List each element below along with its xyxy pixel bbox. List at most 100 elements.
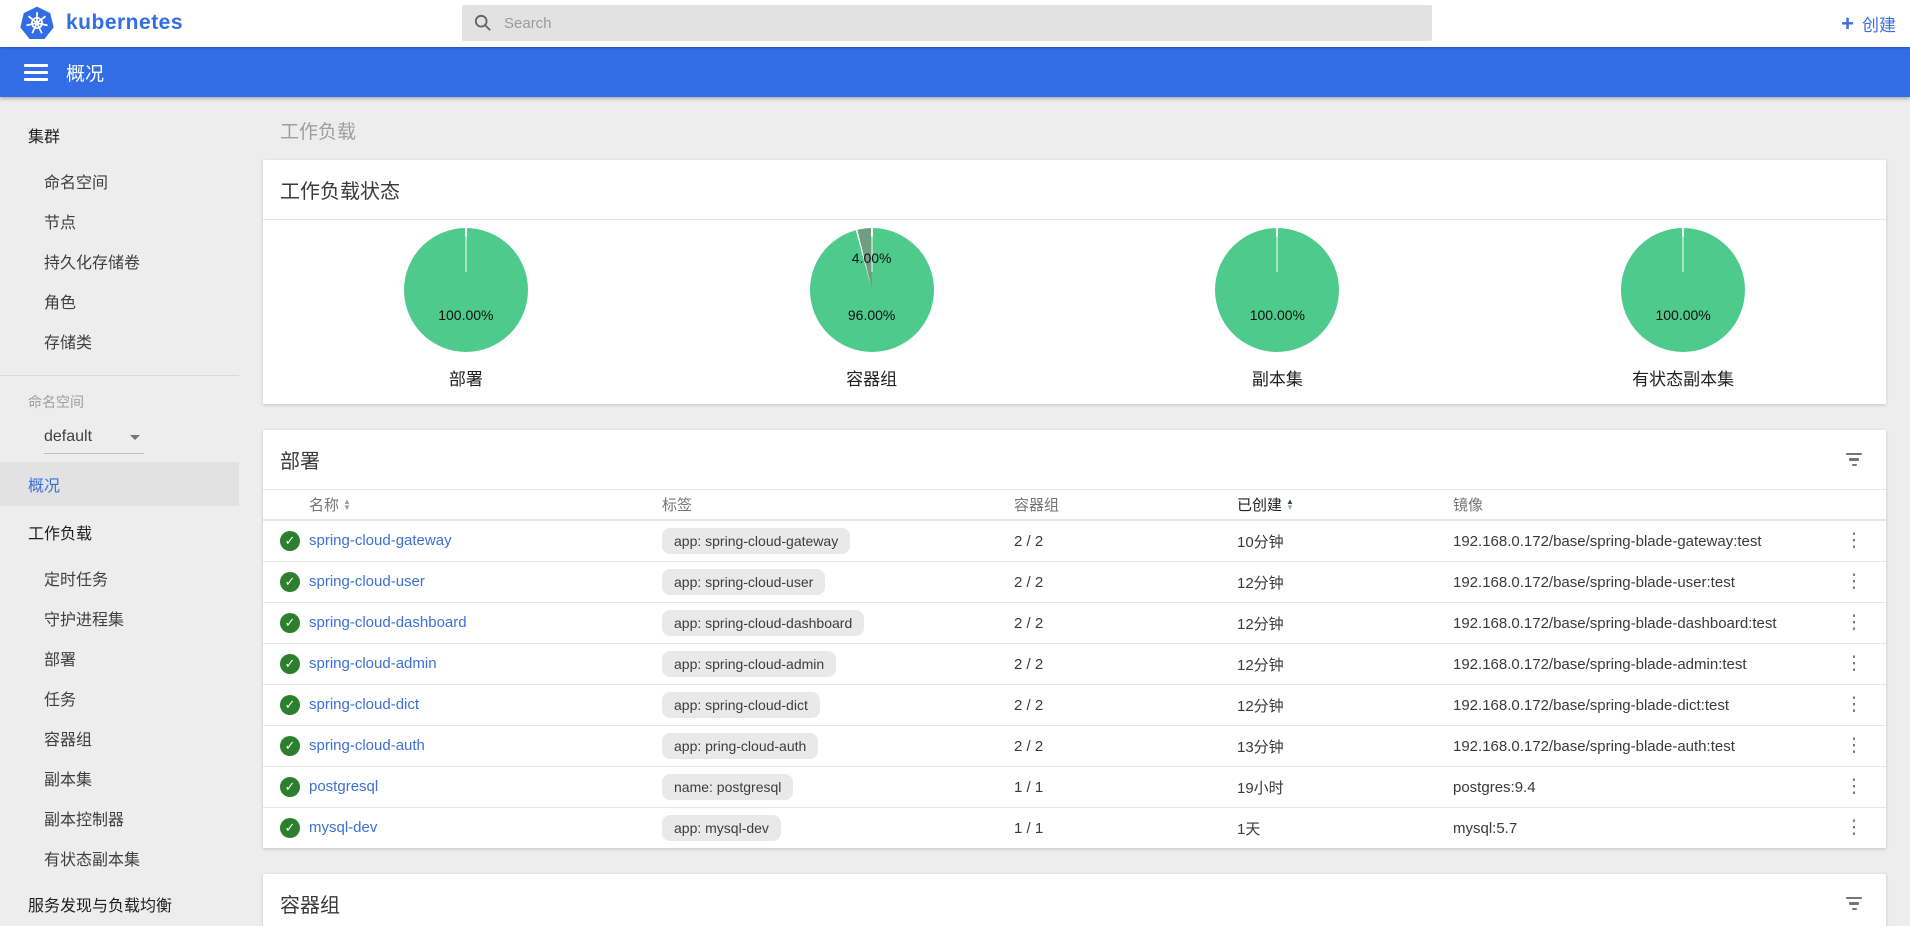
sidebar-nav: 集群命名空间节点持久化存储卷角色存储类命名空间default概况工作负载定时任务… (0, 97, 239, 926)
deployment-name-link[interactable]: mysql-dev (309, 819, 377, 836)
deployment-name-link[interactable]: spring-cloud-auth (309, 737, 425, 754)
table-row: ✓ mysql-dev app: mysql-dev 1 / 11天mysql:5.7… (263, 807, 1886, 848)
column-header-label: 名称 (309, 494, 339, 515)
status-ok-icon: ✓ (280, 736, 300, 756)
column-header-label: 已创建 (1237, 494, 1282, 515)
sidebar-item-服务发现与负载均衡[interactable]: 服务发现与负载均衡 (0, 878, 239, 926)
status-ok-icon: ✓ (280, 531, 300, 551)
label-chip: name: postgresql (662, 774, 793, 800)
plus-icon: + (1841, 13, 1854, 35)
deployment-name-link[interactable]: postgresql (309, 778, 378, 795)
column-header-label: 容器组 (1014, 494, 1059, 515)
namespace-select[interactable]: default (44, 424, 144, 454)
column-header-已创建[interactable]: 已创建▲▼ (1237, 494, 1453, 515)
column-header-名称[interactable]: 名称▲▼ (309, 494, 662, 515)
pie-chart-title: 有状态副本集 (1632, 365, 1734, 390)
sidebar-item-角色[interactable]: 角色 (0, 281, 239, 321)
deployment-name-link[interactable]: spring-cloud-gateway (309, 532, 452, 549)
workload-status-title: 工作负载状态 (280, 175, 400, 204)
label-chip: app: mysql-dev (662, 815, 781, 841)
pie-chart-title: 副本集 (1252, 365, 1303, 390)
pie-chart-title: 容器组 (846, 365, 897, 390)
pie-chart-title: 部署 (449, 365, 483, 390)
sidebar-item-概况[interactable]: 概况 (0, 462, 239, 506)
sidebar-item-工作负载[interactable]: 工作负载 (0, 506, 239, 558)
deployments-title: 部署 (280, 445, 320, 474)
page-title: 工作负载 (263, 117, 1886, 144)
sidebar-item-集群[interactable]: 集群 (0, 109, 239, 161)
row-menu-icon[interactable]: ⋮ (1839, 616, 1869, 630)
sidebar-item-副本控制器[interactable]: 副本控制器 (0, 798, 239, 838)
sidebar-item-存储类[interactable]: 存储类 (0, 321, 239, 361)
brand-name: kubernetes (66, 11, 183, 35)
cell-created: 12分钟 (1237, 572, 1453, 593)
pie-chart: 100.00% (404, 228, 528, 352)
label-chip: app: spring-cloud-admin (662, 651, 836, 677)
cell-pods: 2 / 2 (1014, 574, 1237, 591)
filter-icon[interactable] (1844, 452, 1864, 468)
pie-chart: 96.00%4.00% (810, 228, 934, 352)
row-menu-icon[interactable]: ⋮ (1839, 534, 1869, 548)
label-chip: app: spring-cloud-user (662, 569, 825, 595)
cell-image: mysql:5.7 (1453, 820, 1839, 837)
sidebar-item-有状态副本集[interactable]: 有状态副本集 (0, 838, 239, 878)
pie-chart-cell: 96.00%4.00% 容器组 (669, 228, 1075, 390)
table-row: ✓postgresqlname: postgresql1 / 119小时post… (263, 766, 1886, 807)
sidebar-item-守护进程集[interactable]: 守护进程集 (0, 598, 239, 638)
cell-created: 12分钟 (1237, 695, 1453, 716)
row-menu-icon[interactable]: ⋮ (1839, 698, 1869, 712)
column-header-镜像: 镜像 (1453, 494, 1839, 515)
sidebar-divider (0, 375, 239, 376)
sidebar-item-副本集[interactable]: 副本集 (0, 758, 239, 798)
deployment-name-link[interactable]: spring-cloud-dict (309, 696, 419, 713)
search-icon (474, 14, 492, 32)
pie-percentage-label: 100.00% (438, 307, 493, 323)
sidebar-item-命名空间[interactable]: 命名空间 (0, 161, 239, 201)
pie-percentage-label: 96.00% (848, 307, 895, 323)
workload-status-charts: 100.00% 部署 96.00%4.00% 容器组 100.00% 副本集 100.00%… (263, 220, 1886, 404)
status-ok-icon: ✓ (280, 695, 300, 715)
pie-percentage-label: 100.00% (1250, 307, 1305, 323)
row-menu-icon[interactable]: ⋮ (1839, 821, 1869, 835)
cell-image: 192.168.0.172/base/spring-blade-gateway:… (1453, 533, 1839, 550)
deployment-name-link[interactable]: spring-cloud-admin (309, 655, 437, 672)
row-menu-icon[interactable]: ⋮ (1839, 657, 1869, 671)
filter-icon[interactable] (1844, 896, 1864, 912)
table-row: ✓spring-cloud-dashboardapp: spring-cloud… (263, 602, 1886, 643)
top-bar: kubernetes + 创建 (0, 0, 1910, 47)
table-row: ✓spring-cloud-userapp: spring-cloud-user… (263, 561, 1886, 602)
label-chip: app: spring-cloud-dict (662, 692, 820, 718)
pie-chart-cell: 100.00% 有状态副本集 (1480, 228, 1886, 390)
create-button[interactable]: + 创建 (1841, 0, 1896, 47)
menu-icon[interactable] (24, 60, 48, 85)
kubernetes-helm-icon (20, 6, 54, 40)
workload-status-card: 工作负载状态 100.00% 部署 96.00%4.00% 容器组 100.00% 副本集… (263, 160, 1886, 404)
cell-created: 13分钟 (1237, 736, 1453, 757)
sidebar-item-任务[interactable]: 任务 (0, 678, 239, 718)
page-header-title: 概况 (66, 59, 104, 86)
sidebar-item-持久化存储卷[interactable]: 持久化存储卷 (0, 241, 239, 281)
pie-chart: 100.00% (1215, 228, 1339, 352)
cell-pods: 2 / 2 (1014, 533, 1237, 550)
pie-chart-cell: 100.00% 部署 (263, 228, 669, 390)
row-menu-icon[interactable]: ⋮ (1839, 739, 1869, 753)
cell-image: 192.168.0.172/base/spring-blade-dashboar… (1453, 615, 1839, 632)
sidebar-item-部署[interactable]: 部署 (0, 638, 239, 678)
cell-created: 12分钟 (1237, 613, 1453, 634)
sidebar-item-容器组[interactable]: 容器组 (0, 718, 239, 758)
sidebar-item-节点[interactable]: 节点 (0, 201, 239, 241)
search-input[interactable] (504, 15, 1420, 32)
deployment-name-link[interactable]: spring-cloud-user (309, 573, 425, 590)
search-bar[interactable] (462, 5, 1432, 41)
status-ok-icon: ✓ (280, 818, 300, 838)
row-menu-icon[interactable]: ⋮ (1839, 575, 1869, 589)
pie-percentage-label: 100.00% (1655, 307, 1710, 323)
cell-pods: 2 / 2 (1014, 697, 1237, 714)
pie-chart: 100.00% (1621, 228, 1745, 352)
pods-card: 容器组 (263, 874, 1886, 926)
deployment-name-link[interactable]: spring-cloud-dashboard (309, 614, 467, 631)
row-menu-icon[interactable]: ⋮ (1839, 780, 1869, 794)
sidebar-item-定时任务[interactable]: 定时任务 (0, 558, 239, 598)
cell-pods: 1 / 1 (1014, 820, 1237, 837)
cell-created: 1天 (1237, 818, 1453, 839)
